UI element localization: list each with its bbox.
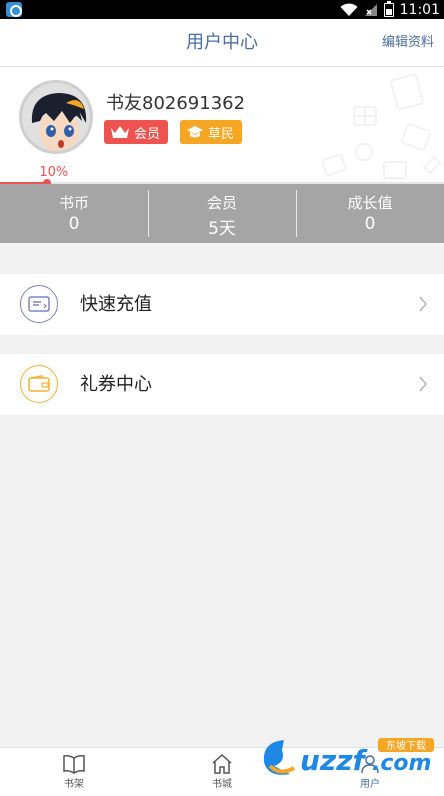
chevron-right-icon — [419, 296, 427, 312]
chevron-right-icon — [419, 376, 427, 392]
level-badge-label: 草民 — [208, 126, 235, 142]
stats-bar: 书币 0 会员 5天 成长值 0 — [0, 184, 444, 243]
menu-item-coupons[interactable]: 礼券中心 — [0, 354, 444, 415]
level-badge[interactable]: 草民 — [180, 120, 243, 144]
vip-badge[interactable]: 会员 — [104, 120, 169, 144]
header: 用户中心 编辑资料 — [0, 19, 444, 67]
home-icon — [212, 754, 232, 774]
stat-label: 会员 — [206, 194, 237, 212]
wifi-icon — [340, 2, 358, 16]
book-icon — [63, 755, 85, 774]
menu-item-label: 快速充值 — [80, 294, 152, 315]
growth-progress-label: 10% — [39, 165, 69, 180]
vip-badge-label: 会员 — [134, 126, 161, 142]
avatar[interactable] — [19, 80, 93, 154]
tab-bookshelf[interactable]: 书架 — [0, 748, 148, 796]
svg-text:.com: .com — [372, 751, 431, 776]
profile-card: 书友802691362 会员 草民 10% — [0, 67, 444, 184]
page-title: 用户中心 — [186, 32, 258, 53]
app-notification-icon — [6, 2, 22, 17]
wallet-icon — [20, 365, 58, 403]
stat-value: 0 — [364, 214, 376, 234]
stat-label: 书币 — [58, 194, 89, 212]
edit-profile-button[interactable]: 编辑资料 — [382, 19, 434, 67]
card-icon — [20, 285, 58, 323]
battery-icon — [383, 0, 394, 17]
signal-x-icon — [364, 3, 377, 16]
graduation-cap-icon — [187, 126, 203, 138]
svg-text:东坡下载: 东坡下载 — [386, 739, 426, 752]
tab-label: 书架 — [64, 779, 84, 790]
watermark-logo: uzzf .com 东坡下载 — [263, 738, 434, 777]
crown-icon — [111, 126, 129, 138]
stat-growth[interactable]: 成长值 0 — [296, 184, 444, 243]
anime-avatar-illustration — [22, 83, 90, 151]
stat-value: 5天 — [208, 219, 236, 239]
svg-text:uzzf: uzzf — [300, 744, 369, 777]
stat-membership[interactable]: 会员 5天 — [148, 184, 296, 243]
decorative-icons-background — [321, 73, 442, 179]
stat-label: 成长值 — [347, 194, 393, 212]
menu-item-label: 礼券中心 — [80, 374, 152, 395]
stat-book-coins[interactable]: 书币 0 — [0, 184, 148, 243]
clock: 11:01 — [399, 1, 440, 18]
menu-item-recharge[interactable]: 快速充值 — [0, 274, 444, 335]
tab-label: 书城 — [212, 779, 232, 790]
username: 书友802691362 — [106, 93, 246, 114]
status-bar: 11:01 — [0, 0, 444, 19]
stat-value: 0 — [68, 214, 80, 234]
